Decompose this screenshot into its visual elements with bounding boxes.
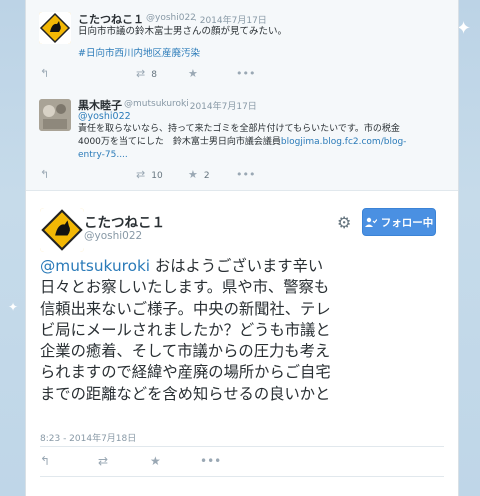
star-icon: ★	[188, 168, 198, 181]
hashtag-link[interactable]: #日向市西川内地区産廃汚染	[78, 47, 200, 60]
retweet-button[interactable]: ⇄ 8	[136, 67, 157, 80]
retweet-count: 8	[151, 70, 157, 80]
tweet-text: 日向市市議の鈴木富士男さんの顔が見てみたい。	[78, 26, 288, 37]
divider	[40, 446, 444, 447]
cat-sign-icon	[40, 208, 84, 252]
url-link[interactable]: entry-75....	[78, 149, 128, 162]
avatar[interactable]	[39, 12, 71, 44]
tweet-text: 4000万を当てにした 鈴木富士男日向市議会議員blogjima.blog.fc…	[78, 136, 406, 149]
gear-icon[interactable]: ⚙	[337, 213, 351, 232]
mention-link[interactable]: @yoshi022	[78, 110, 131, 123]
reply-icon[interactable]: ↰	[40, 168, 49, 181]
tweet-line: @mutsukuroki おはようございます辛い	[40, 256, 450, 277]
retweet-icon: ⇄	[136, 168, 146, 181]
author-handle[interactable]: @yoshi022	[84, 230, 142, 242]
follow-button-label: フォロー中	[380, 216, 434, 229]
tweet-text: 責任を取らないなら、持って来たゴミを全部片付けてもらいたいです。市の税金	[78, 124, 400, 134]
retweet-count: 10	[151, 171, 163, 181]
tweet-item[interactable]: こたつねこ１ @yoshi022 · 2014年7月17日 日向市市議の鈴木富士…	[26, 0, 458, 91]
url-link[interactable]: blogjima.blog.fc2.com/blog-	[281, 137, 407, 147]
tweet-text: @mutsukuroki おはようございます辛い 日々とお察しいたします。県や市…	[40, 256, 450, 405]
author-name[interactable]: こたつねこ１	[84, 211, 165, 231]
reply-icon[interactable]: ↰	[40, 67, 49, 80]
tweet-line: 信頼出来ないご様子。中央の新聞社、テレ	[40, 299, 331, 318]
divider	[40, 476, 444, 477]
cat-sign-icon	[39, 12, 71, 44]
reply-icon[interactable]: ↰	[40, 454, 50, 468]
more-icon[interactable]: •••	[236, 67, 255, 80]
tweet-item[interactable]: 黒木睦子 @mutsukuroki · 2014年7月17日 @yoshi022…	[26, 90, 458, 191]
star-icon[interactable]: ★	[150, 454, 161, 468]
author-handle[interactable]: @yoshi022	[146, 13, 196, 23]
follow-button[interactable]: フォロー中	[362, 208, 436, 236]
tweet-line: までの距離などを含め知らせるの良いかと	[40, 384, 331, 403]
tweet-conversation-card: こたつねこ１ @yoshi022 · 2014年7月17日 日向市市議の鈴木富士…	[25, 0, 459, 496]
avatar-photo-icon	[39, 99, 71, 131]
mention-link[interactable]: @mutsukuroki	[40, 257, 150, 275]
author-handle[interactable]: @mutsukuroki	[124, 99, 189, 109]
avatar[interactable]	[40, 208, 84, 252]
avatar[interactable]	[39, 99, 71, 131]
tweet-line: 日々とお察しいたします。県や市、警察も	[40, 278, 330, 297]
tweet-line: 企業の癒着、そして市議からの圧力も考え	[40, 342, 331, 361]
retweet-icon: ⇄	[136, 67, 146, 80]
tweet-date[interactable]: · 2014年7月17日	[184, 99, 257, 112]
retweet-icon[interactable]: ⇄	[98, 454, 108, 468]
tweet-text-part: 4000万を当てにした 鈴木富士男日向市議会議員	[78, 137, 281, 147]
person-icon	[364, 217, 377, 227]
favorite-button[interactable]: ★ 2	[188, 168, 210, 181]
more-icon[interactable]: •••	[200, 454, 221, 468]
sparkle-decoration: ✦	[8, 300, 19, 314]
tweet-text-part: おはようございます辛い	[150, 257, 324, 275]
tweet-line: られますので経緯や産廃の場所からご自宅	[40, 363, 331, 382]
more-icon[interactable]: •••	[236, 168, 255, 181]
tweet-timestamp[interactable]: 8:23 - 2014年7月18日	[40, 431, 136, 444]
retweet-button[interactable]: ⇄ 10	[136, 168, 163, 181]
tweet-line: ビ局にメールされましたか？どうも市議と	[40, 320, 331, 339]
favorite-count: 2	[203, 171, 210, 181]
star-icon[interactable]: ★	[188, 67, 198, 80]
